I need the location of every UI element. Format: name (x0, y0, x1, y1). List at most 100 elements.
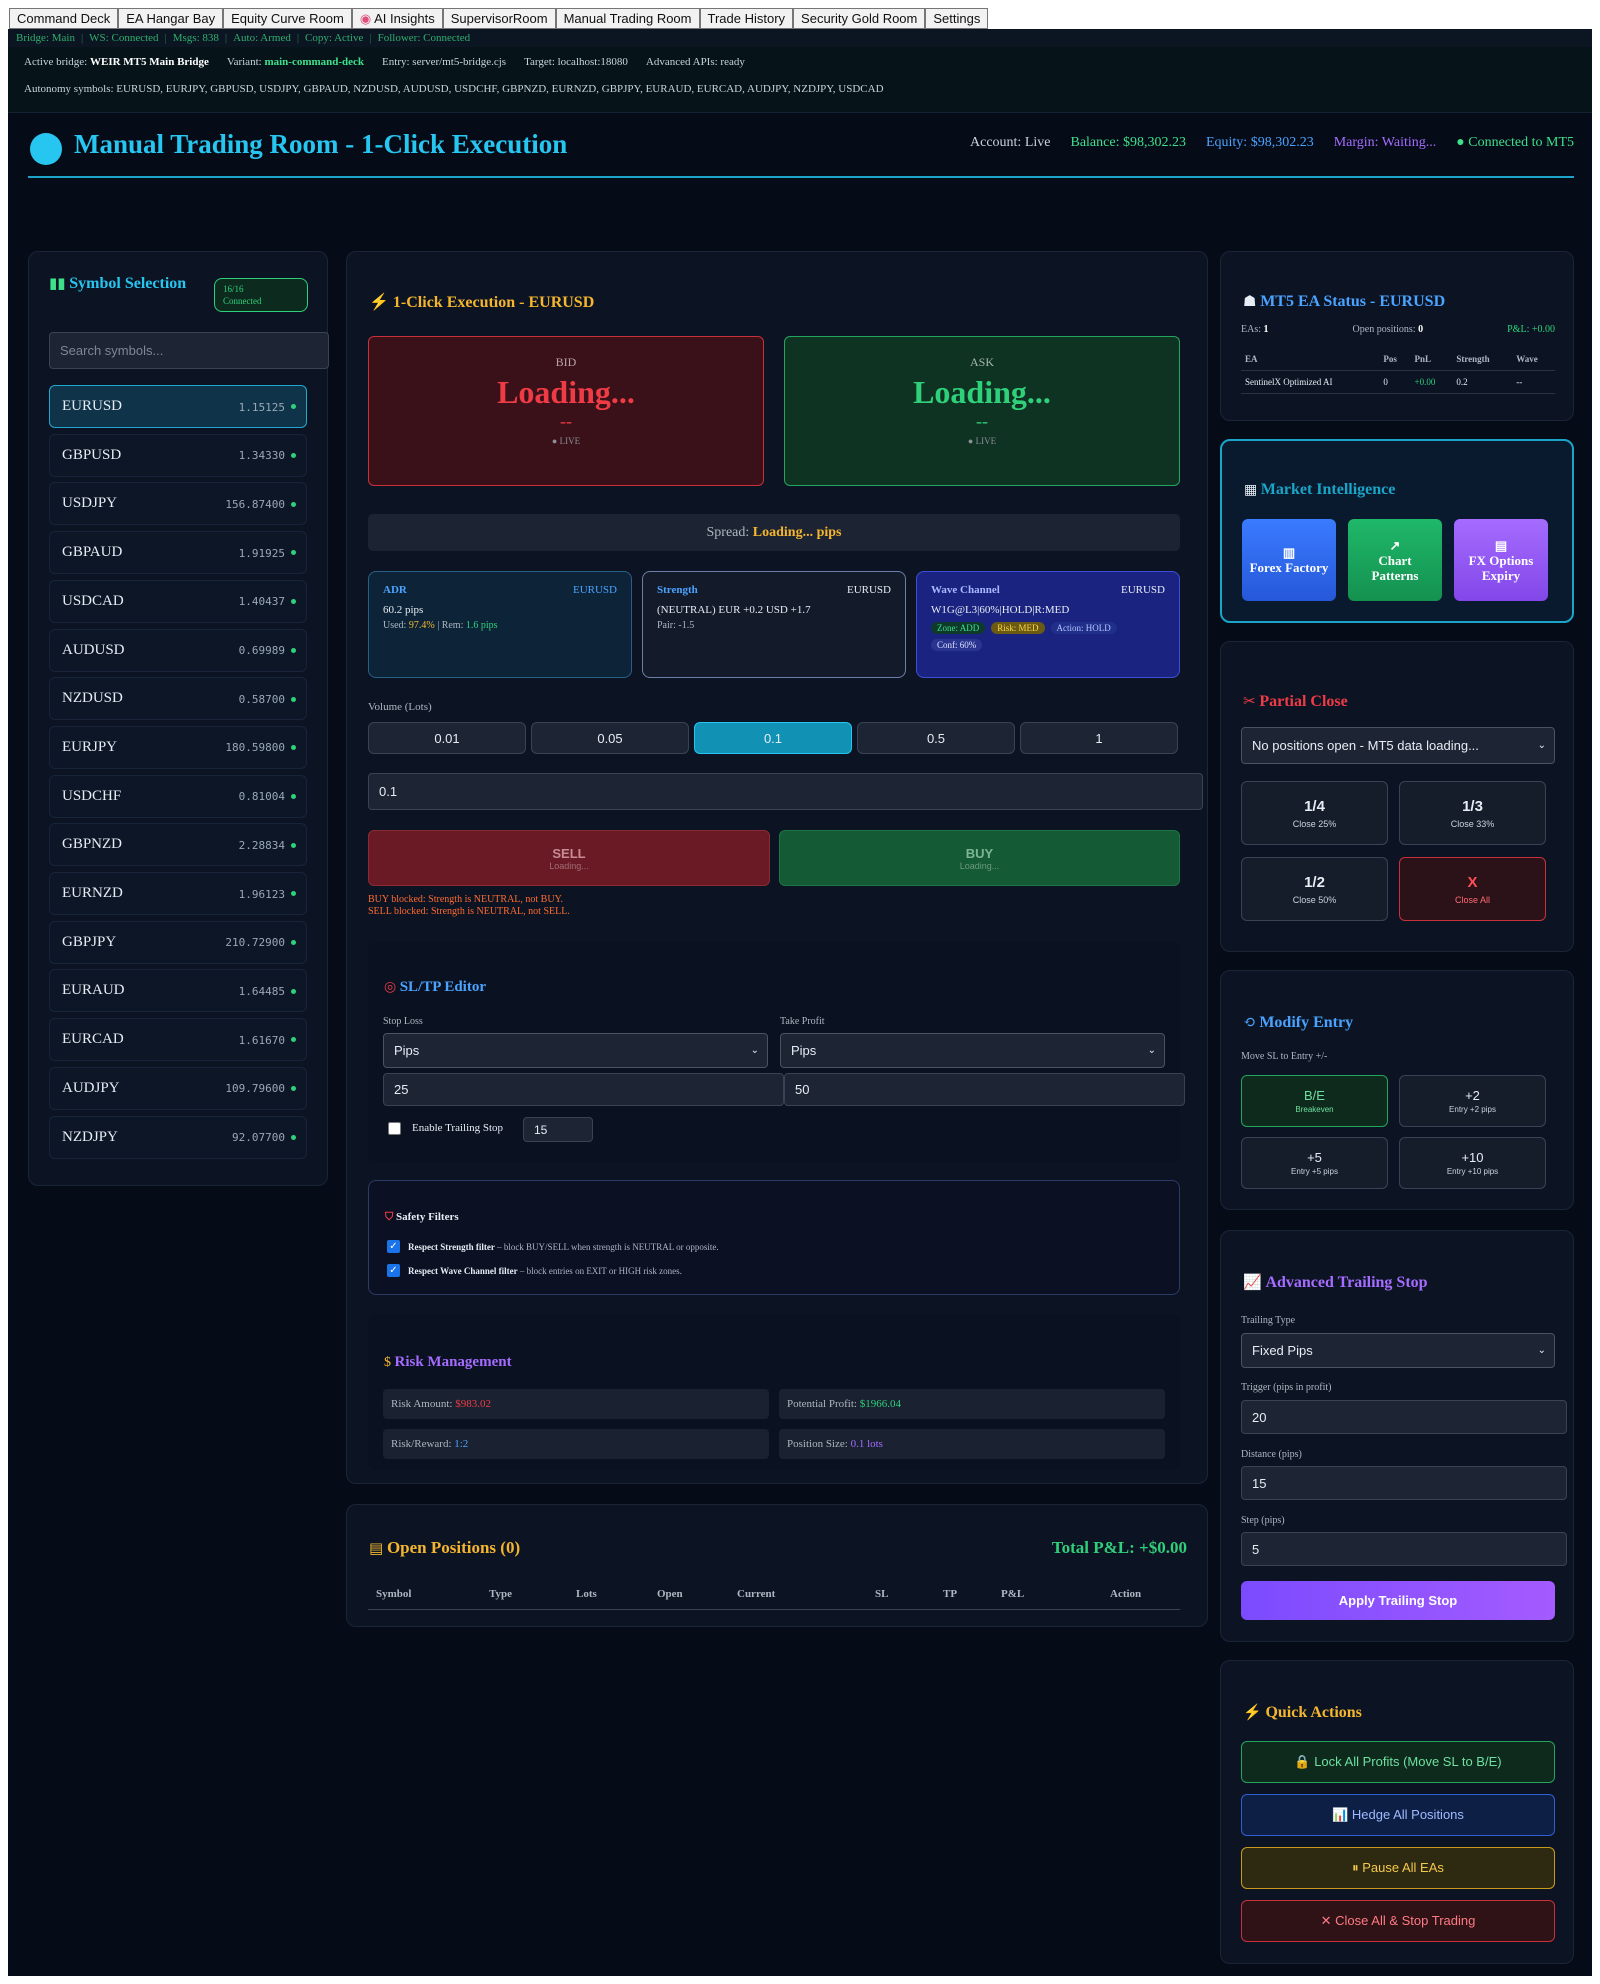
symbol-name: USDJPY (62, 495, 118, 512)
trailing-checkbox[interactable] (388, 1122, 401, 1135)
money-bag-icon: $ (384, 1355, 395, 1370)
ea-status-title: MT5 EA Status - EURUSD (1260, 293, 1446, 310)
symbol-item-gbpjpy[interactable]: GBPJPY 210.72900 (49, 920, 307, 964)
apply-trailing-button[interactable]: Apply Trailing Stop (1241, 1581, 1555, 1620)
market-button-chart-patterns[interactable]: ↗ Chart Patterns (1348, 519, 1442, 601)
modify-entry-panel: ⟲ Modify Entry Move SL to Entry +/- B/E B… (1220, 970, 1574, 1210)
partial-close-button[interactable]: 1/3 Close 33% (1399, 781, 1546, 845)
volume-option-button[interactable]: 0.1 (694, 722, 852, 754)
ea-table-body: SentinelX Optimized AI 0 +0.00 0.2 -- (1241, 370, 1555, 394)
wave-risk-badge: Risk: MED (991, 622, 1045, 634)
symbol-item-gbpaud[interactable]: GBPAUD 1.91925 (49, 531, 307, 575)
tab-trade-history[interactable]: Trade History (699, 8, 794, 29)
tab-supervisor-room[interactable]: SupervisorRoom (442, 8, 556, 29)
entry-offset-button[interactable]: +10 Entry +10 pips (1399, 1137, 1546, 1189)
market-button-forex-factory[interactable]: ▥ Forex Factory (1242, 519, 1336, 601)
strength-pair: Pair: -1.5 (657, 620, 695, 631)
tab-manual-trading-room[interactable]: Manual Trading Room (555, 8, 700, 29)
volume-option-button[interactable]: 1 (1020, 722, 1178, 754)
positions-total-pnl: Total P&L: +$0.00 (1051, 1538, 1187, 1557)
open-positions-value: 0 (1418, 324, 1424, 335)
symbol-price-wrap: 2.28834 (239, 836, 296, 854)
sell-button[interactable]: SELL Loading... (368, 830, 770, 886)
tab-ea-hangar-bay[interactable]: EA Hangar Bay (118, 8, 224, 29)
distance-input[interactable]: 15 (1241, 1466, 1567, 1500)
tp-value-input[interactable]: 50 (784, 1073, 1185, 1106)
symbol-item-nzdusd[interactable]: NZDUSD 0.58700 (49, 677, 307, 721)
close-all-button[interactable]: ✕ Close All & Stop Trading (1241, 1900, 1555, 1942)
symbol-item-usdcad[interactable]: USDCAD 1.40437 (49, 579, 307, 623)
safety-filters: ⛉ Safety Filters ✓ Respect Strength filt… (368, 1180, 1180, 1295)
pause-eas-button[interactable]: ⏸ Pause All EAs (1241, 1847, 1555, 1889)
trigger-input[interactable]: 20 (1241, 1400, 1567, 1434)
entry-offset-button[interactable]: +5 Entry +5 pips (1241, 1137, 1388, 1189)
volume-label: Volume (Lots) (368, 701, 432, 713)
market-button-fx-options-expiry[interactable]: ▤ FX Options Expiry (1454, 519, 1548, 601)
tab-settings[interactable]: Settings (925, 8, 989, 29)
partial-close-button[interactable]: 1/2 Close 50% (1241, 857, 1388, 921)
tab-ai-insights[interactable]: ◉ AI Insights (351, 8, 443, 29)
blocked-messages: BUY blocked: Strength is NEUTRAL, not BU… (368, 894, 570, 918)
symbol-price: 1.40437 (238, 595, 285, 609)
sl-value-input[interactable]: 25 (383, 1073, 784, 1106)
live-dot-icon (291, 745, 296, 751)
symbol-item-nzdjpy[interactable]: NZDJPY 92.07700 (49, 1115, 307, 1159)
market-button-label: Chart Patterns (1371, 552, 1419, 583)
symbol-item-eurnzd[interactable]: EURNZD 1.96123 (49, 872, 307, 915)
tab-security-gold-room[interactable]: Security Gold Room (793, 8, 926, 29)
volume-input[interactable]: 0.1 (368, 773, 1203, 810)
trailing-type-label: Trailing Type (1241, 1315, 1296, 1326)
symbol-item-eurusd[interactable]: EURUSD 1.15125 (49, 385, 307, 428)
symbol-item-gbpnzd[interactable]: GBPNZD 2.28834 (49, 823, 307, 867)
entry-offset-button[interactable]: +2 Entry +2 pips (1399, 1075, 1546, 1127)
symbol-item-eurcad[interactable]: EURCAD 1.61670 (49, 1018, 307, 1062)
close-all-positions-button[interactable]: X Close All (1399, 857, 1546, 921)
symbol-search-input[interactable]: Search symbols... (49, 332, 329, 369)
tab-command-deck[interactable]: Command Deck (9, 8, 119, 29)
tab-equity-curve-room[interactable]: Equity Curve Room (223, 8, 352, 29)
execution-title: 1-Click Execution - EURUSD (392, 294, 595, 311)
symbol-item-audjpy[interactable]: AUDJPY 109.79600 (49, 1066, 307, 1110)
column-header: Strength (1452, 348, 1513, 371)
partial-close-button[interactable]: 1/4 Close 25% (1241, 781, 1388, 845)
trailing-type-select[interactable]: Fixed Pips ⌄ (1241, 1333, 1555, 1368)
position-select[interactable]: No positions open - MT5 data loading... ⌄ (1241, 727, 1555, 764)
step-input[interactable]: 5 (1241, 1532, 1567, 1566)
ask-value: Loading... (913, 374, 1051, 410)
symbol-item-usdjpy[interactable]: USDJPY 156.87400 (49, 482, 307, 526)
connection-badge: 16/16 Connected (214, 278, 308, 312)
buy-button[interactable]: BUY Loading... (779, 830, 1180, 886)
modify-title: Modify Entry (1259, 1014, 1354, 1031)
symbol-item-eurjpy[interactable]: EURJPY 180.59800 (49, 725, 307, 769)
lock-profits-button[interactable]: 🔒 Lock All Profits (Move SL to B/E) (1241, 1741, 1555, 1783)
sltp-editor: ◎ SL/TP Editor Stop Loss Take Profit Pip… (368, 942, 1185, 1162)
symbol-item-audusd[interactable]: AUDUSD 0.69989 (49, 628, 307, 672)
wave-filter-checkbox[interactable]: ✓ (387, 1264, 400, 1277)
sl-mode-select[interactable]: Pips ⌄ (383, 1033, 768, 1068)
volume-option-button[interactable]: 0.5 (857, 722, 1015, 754)
symbol-item-gbpusd[interactable]: GBPUSD 1.34330 (49, 433, 307, 477)
symbol-selection-panel: ▮▮ Symbol Selection 16/16 Connected Sear… (28, 251, 329, 1186)
symbol-item-euraud[interactable]: EURAUD 1.64485 (49, 969, 307, 1013)
breakeven-button[interactable]: B/E Breakeven (1241, 1075, 1388, 1127)
column-header: EA (1241, 348, 1380, 371)
adr-symbol: EURUSD (572, 584, 617, 596)
live-dot-icon (291, 404, 296, 410)
strength-filter-checkbox[interactable]: ✓ (387, 1240, 400, 1253)
lightning-icon: ⚡ (1243, 1705, 1266, 1721)
column-header: Wave (1512, 348, 1555, 371)
live-dot-icon (291, 793, 296, 799)
partial-close-sub: Close 25% (1292, 818, 1337, 829)
buy-sub: Loading... (959, 860, 1000, 871)
trailing-value-input[interactable]: 15 (523, 1117, 593, 1142)
volume-option-button[interactable]: 0.05 (531, 722, 689, 754)
wave-filter-label: Respect Wave Channel filter (408, 1265, 518, 1276)
symbol-item-usdchf[interactable]: USDCHF 0.81004 (49, 774, 307, 818)
symbol-price-wrap: 92.07700 (232, 1128, 296, 1146)
wave-conf-badge: Conf: 60% (931, 639, 983, 651)
hedge-positions-button[interactable]: 📊 Hedge All Positions (1241, 1794, 1555, 1836)
tp-mode-select[interactable]: Pips ⌄ (780, 1033, 1165, 1068)
volume-option-button[interactable]: 0.01 (368, 722, 526, 754)
risk-amount-label: Risk Amount: (391, 1398, 453, 1410)
market-button-label: FX Options Expiry (1468, 552, 1534, 583)
